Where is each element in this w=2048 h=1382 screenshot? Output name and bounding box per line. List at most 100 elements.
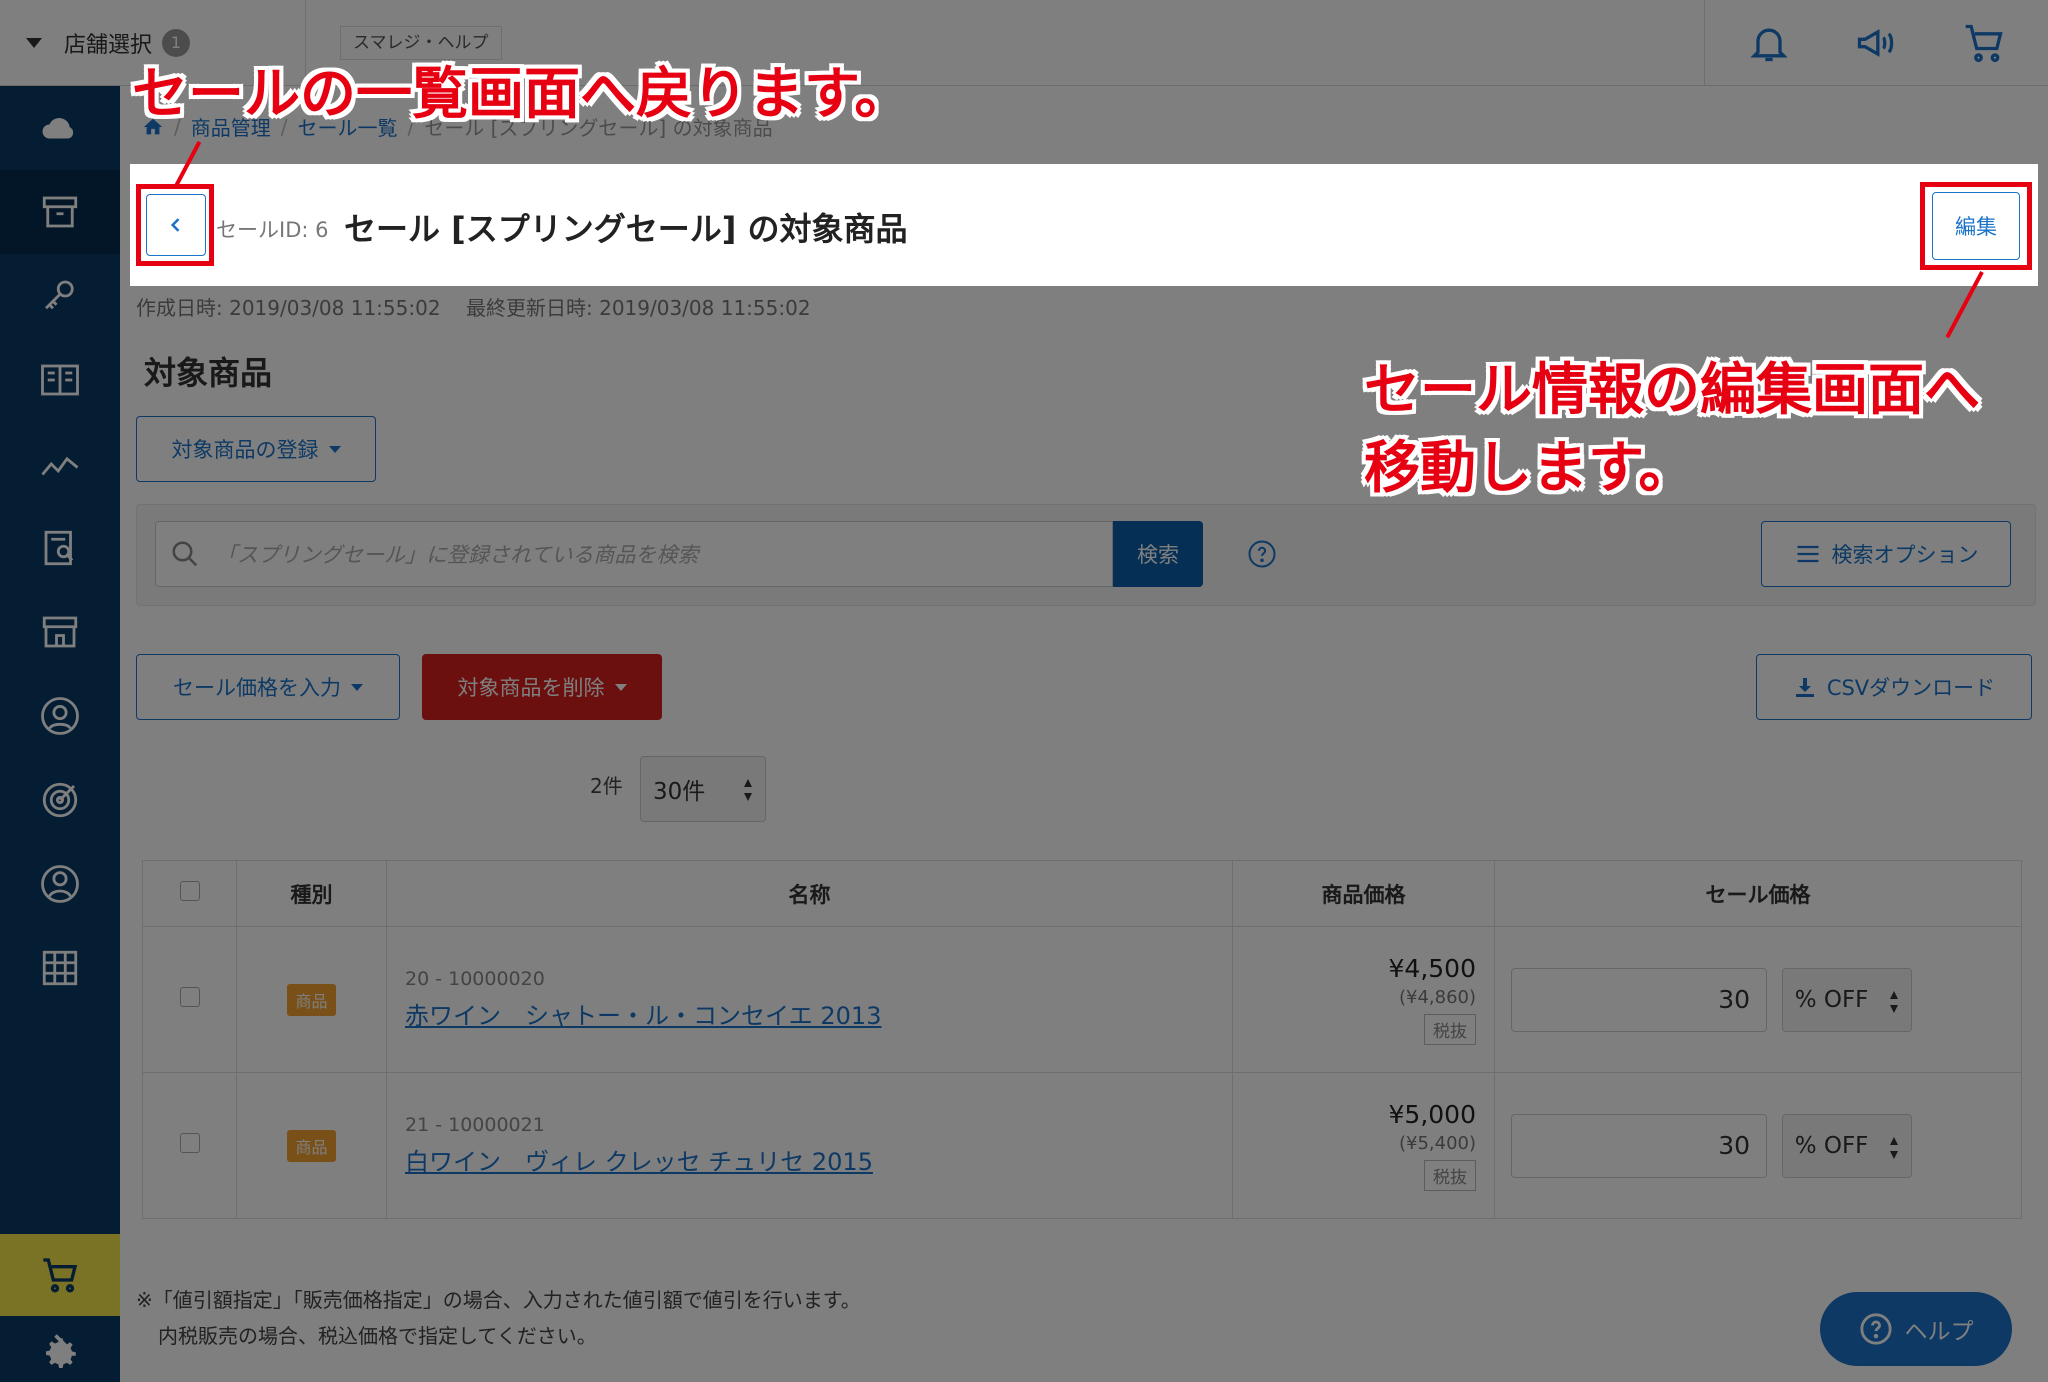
sidebar-item-key[interactable] bbox=[0, 254, 120, 338]
top-icons bbox=[1704, 0, 2048, 86]
sidebar-item-chart[interactable] bbox=[0, 422, 120, 506]
price-cell: ¥5,000 (¥5,400) 税抜 bbox=[1232, 1072, 1495, 1219]
search-panel: 「スプリングセール」に登録されている商品を検索 検索 検索オプション bbox=[136, 504, 2036, 606]
type-badge: 商品 bbox=[287, 1129, 336, 1162]
user-circle-icon bbox=[41, 697, 79, 735]
annotation-edit-text-2: 移動します。 bbox=[1364, 436, 1695, 501]
register-products-button[interactable]: 対象商品の登録 bbox=[136, 416, 376, 482]
menu-icon bbox=[1797, 545, 1818, 563]
sidebar-expand[interactable] bbox=[0, 1310, 120, 1382]
sidebar-item-store[interactable] bbox=[0, 590, 120, 674]
per-page-select[interactable]: 30件 bbox=[640, 756, 766, 822]
sale-unit-select[interactable]: % OFF bbox=[1781, 967, 1912, 1032]
annotation-edit-text-1: セール情報の編集画面へ bbox=[1364, 358, 1980, 423]
sale-unit-select[interactable]: % OFF bbox=[1781, 1113, 1912, 1178]
person-icon bbox=[41, 865, 79, 903]
type-cell: 商品 bbox=[236, 926, 387, 1073]
table-row: 商品 21 - 10000021 白ワイン ヴィレ クレッセ チュリセ 2015… bbox=[142, 1072, 2022, 1219]
chevron-down-icon bbox=[614, 683, 627, 691]
col-sale-price: セール価格 bbox=[1494, 860, 2022, 927]
enter-sale-price-label: セール価格を入力 bbox=[173, 676, 341, 700]
cart-icon[interactable] bbox=[1962, 21, 2006, 65]
result-count: 2件 bbox=[590, 774, 623, 798]
table-header-row: 種別 名称 商品価格 セール価格 bbox=[142, 860, 2022, 927]
tax-badge: 税抜 bbox=[1424, 1014, 1476, 1045]
updown-icon bbox=[1889, 990, 1898, 1013]
delete-products-button[interactable]: 対象商品を削除 bbox=[422, 654, 662, 720]
enter-sale-price-button[interactable]: セール価格を入力 bbox=[136, 654, 400, 720]
help-tab[interactable]: スマレジ・ヘルプ bbox=[340, 26, 502, 60]
product-code: 21 - 10000021 bbox=[405, 1114, 545, 1136]
search-input[interactable]: 「スプリングセール」に登録されている商品を検索 bbox=[155, 521, 1113, 587]
sale-price-cell: 30 % OFF bbox=[1494, 926, 2022, 1073]
per-page-value: 30件 bbox=[653, 779, 706, 805]
created-at: 作成日時: 2019/03/08 11:55:02 bbox=[136, 296, 441, 320]
price-with-tax: (¥4,860) bbox=[1398, 987, 1476, 1008]
updated-at: 最終更新日時: 2019/03/08 11:55:02 bbox=[466, 296, 811, 320]
help-button[interactable]: ヘルプ bbox=[1820, 1292, 2012, 1366]
store-select-label: 店舗選択 bbox=[64, 33, 153, 58]
key-icon bbox=[45, 280, 74, 310]
book-icon bbox=[41, 364, 79, 396]
row-select-cell bbox=[142, 926, 237, 1073]
sale-unit-value: % OFF bbox=[1794, 1132, 1869, 1159]
target-icon bbox=[42, 782, 78, 818]
annotation-box-back bbox=[136, 184, 214, 266]
sidebar-item-cloud[interactable] bbox=[0, 86, 120, 170]
sidebar bbox=[0, 86, 120, 1382]
help-label: ヘルプ bbox=[1904, 1319, 1974, 1345]
bell-icon[interactable] bbox=[1747, 21, 1791, 65]
annotation-back-text: セールの一覧画面へ戻ります。 bbox=[132, 62, 911, 127]
search-options-label: 検索オプション bbox=[1831, 543, 1979, 567]
footnote: ※「値引額指定」「販売価格指定」の場合、入力された値引額で値引を行います。 内税… bbox=[136, 1282, 861, 1354]
product-name-link[interactable]: 赤ワイン シャトー・ル・コンセイエ 2013 bbox=[405, 1002, 881, 1030]
row-select-cell bbox=[142, 1072, 237, 1219]
sale-value-input[interactable]: 30 bbox=[1511, 967, 1767, 1032]
type-badge: 商品 bbox=[287, 983, 336, 1016]
search-icon bbox=[172, 541, 198, 567]
type-cell: 商品 bbox=[236, 1072, 387, 1219]
row-checkbox[interactable] bbox=[179, 1133, 200, 1153]
csv-download-label: CSVダウンロード bbox=[1826, 676, 1996, 700]
col-name: 名称 bbox=[386, 860, 1233, 927]
csv-download-button[interactable]: CSVダウンロード bbox=[1756, 654, 2032, 720]
search-options-button[interactable]: 検索オプション bbox=[1761, 521, 2011, 587]
chevron-down-icon bbox=[351, 683, 363, 691]
sidebar-item-customer[interactable] bbox=[0, 674, 120, 758]
delete-products-label: 対象商品を削除 bbox=[457, 676, 605, 700]
cart-icon bbox=[43, 1258, 78, 1293]
sidebar-item-target[interactable] bbox=[0, 758, 120, 842]
sale-unit-value: % OFF bbox=[1794, 986, 1869, 1013]
sidebar-item-cart[interactable] bbox=[0, 1234, 120, 1316]
megaphone-icon[interactable] bbox=[1854, 21, 1898, 65]
sidebar-item-products[interactable] bbox=[0, 170, 120, 254]
price: ¥5,000 bbox=[1388, 1100, 1476, 1129]
cloud-icon bbox=[42, 117, 74, 139]
updown-icon bbox=[1889, 1136, 1898, 1159]
product-name-link[interactable]: 白ワイン ヴィレ クレッセ チュリセ 2015 bbox=[405, 1148, 873, 1176]
store-count-badge: 1 bbox=[162, 29, 191, 57]
products-table: 種別 名称 商品価格 セール価格 商品 20 - 10000020 赤ワイン シ… bbox=[142, 860, 2022, 1219]
sidebar-item-report[interactable] bbox=[0, 506, 120, 590]
sidebar-item-apps[interactable] bbox=[0, 926, 120, 1010]
sidebar-item-book[interactable] bbox=[0, 338, 120, 422]
col-type: 種別 bbox=[236, 860, 387, 927]
footnote-line-2: 内税販売の場合、税込価格で指定してください。 bbox=[158, 1324, 597, 1348]
sidebar-item-staff[interactable] bbox=[0, 842, 120, 926]
page-title: セール [スプリングセール] の対象商品 bbox=[344, 210, 908, 248]
report-icon bbox=[44, 530, 74, 566]
search-placeholder: 「スプリングセール」に登録されている商品を検索 bbox=[216, 543, 699, 567]
select-all-checkbox[interactable] bbox=[179, 881, 200, 901]
search-button[interactable]: 検索 bbox=[1113, 521, 1203, 587]
chart-icon bbox=[41, 456, 79, 476]
tax-badge: 税抜 bbox=[1424, 1160, 1476, 1191]
sale-id: セールID: 6 bbox=[216, 218, 329, 242]
updown-icon bbox=[744, 779, 752, 801]
register-products-label: 対象商品の登録 bbox=[171, 438, 319, 462]
sale-value-input[interactable]: 30 bbox=[1511, 1113, 1767, 1178]
caret-down-icon bbox=[26, 38, 42, 48]
row-checkbox[interactable] bbox=[179, 987, 200, 1007]
question-icon[interactable] bbox=[1247, 539, 1277, 569]
select-all-cell bbox=[142, 860, 237, 927]
name-cell: 20 - 10000020 赤ワイン シャトー・ル・コンセイエ 2013 bbox=[386, 926, 1233, 1073]
